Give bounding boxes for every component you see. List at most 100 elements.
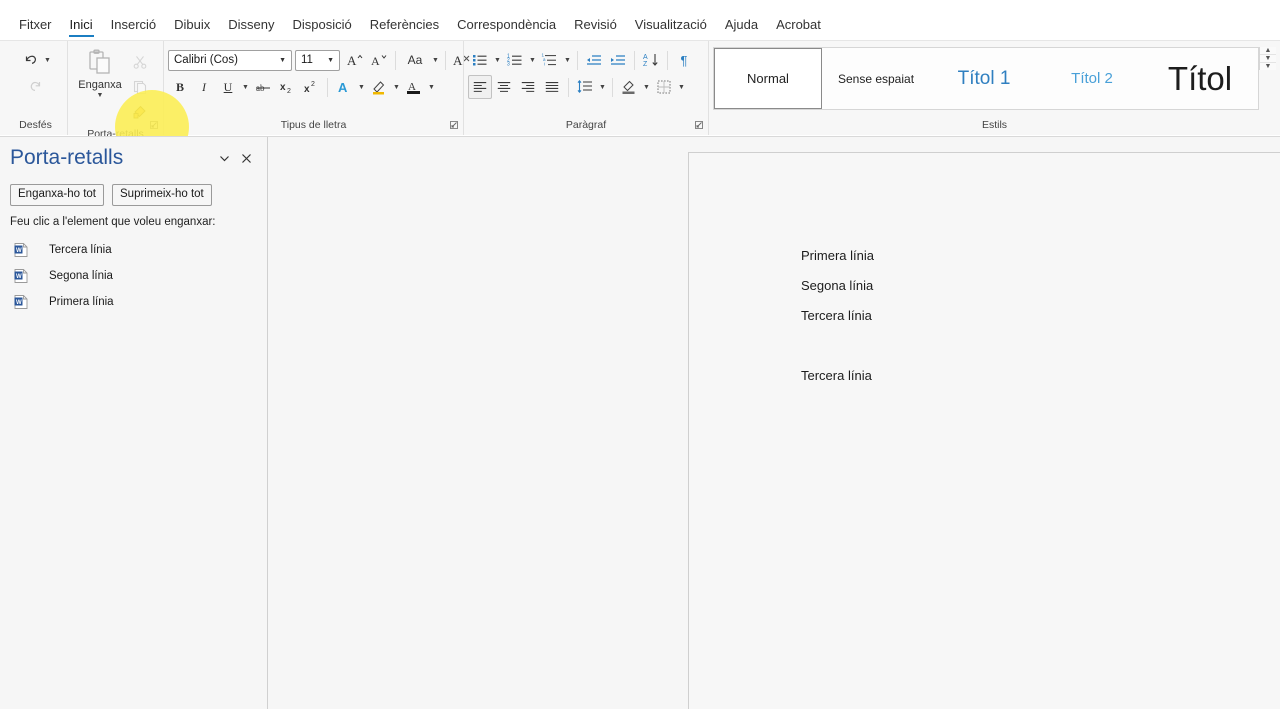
document-page[interactable]: Primera línia Segona línia Tercera línia… <box>688 152 1280 709</box>
tab-disseny[interactable]: Disseny <box>219 18 283 40</box>
clipboard-pane-hint: Feu clic a l'element que voleu enganxar: <box>10 216 216 228</box>
tab-insercio[interactable]: Inserció <box>102 18 166 40</box>
line-spacing-icon[interactable] <box>573 75 597 99</box>
ribbon-group-styles: Normal Sense espaiat Títol 1 Títol 2 Tít… <box>708 41 1280 135</box>
justify-icon[interactable] <box>540 75 564 99</box>
tab-inici[interactable]: Inici <box>61 18 102 40</box>
bullet-list-icon[interactable] <box>468 48 492 72</box>
styles-more-icon[interactable]: ▼ <box>1260 63 1276 70</box>
tab-visualitzacio[interactable]: Visualització <box>626 18 716 40</box>
font-dialog-launcher-icon[interactable] <box>449 120 461 132</box>
styles-gallery-scrollbar[interactable]: ▲ ▼ ▼ <box>1259 47 1276 70</box>
text-effects-chevron-down-icon[interactable]: ▼ <box>356 76 367 98</box>
style-item-titol-1[interactable]: Títol 1 <box>930 48 1038 109</box>
styles-scroll-down-chevron-down-icon[interactable]: ▼ <box>1260 55 1276 63</box>
show-formatting-marks-button[interactable]: ¶ <box>672 48 696 72</box>
paste-button[interactable]: Enganxa ▼ <box>72 48 128 100</box>
shading-chevron-down-icon[interactable]: ▼ <box>641 76 652 98</box>
sort-az-icon[interactable]: AZ <box>639 48 663 72</box>
tab-acrobat[interactable]: Acrobat <box>767 18 830 40</box>
style-item-titol[interactable]: Títol <box>1146 48 1254 109</box>
font-name-chevron-down-icon[interactable]: ▼ <box>276 57 289 64</box>
font-color-icon[interactable]: A <box>402 75 426 99</box>
tab-fitxer[interactable]: Fitxer <box>10 18 61 40</box>
font-size-value: 11 <box>301 54 313 66</box>
line-spacing-chevron-down-icon[interactable]: ▼ <box>597 76 608 98</box>
increase-indent-icon[interactable] <box>606 48 630 72</box>
svg-text:2: 2 <box>311 81 315 88</box>
tab-correspondencia[interactable]: Correspondència <box>448 18 565 40</box>
tab-ajuda[interactable]: Ajuda <box>716 18 767 40</box>
borders-chevron-down-icon[interactable]: ▼ <box>676 76 687 98</box>
highlight-icon[interactable] <box>367 75 391 99</box>
style-item-titol-2-label: Títol 2 <box>1071 70 1113 87</box>
shading-icon[interactable] <box>617 75 641 99</box>
multilevel-list-icon[interactable]: 1ai <box>538 48 562 72</box>
document-line: Tercera línia <box>801 308 872 323</box>
undo-dropdown-chevron-down-icon[interactable]: ▼ <box>42 49 53 71</box>
document-canvas[interactable]: Primera línia Segona línia Tercera línia… <box>268 137 1280 709</box>
paste-dropdown-chevron-down-icon[interactable]: ▼ <box>97 91 104 100</box>
style-item-titol-label: Títol <box>1167 59 1233 97</box>
ribbon-group-font: Calibri (Cos) ▼ 11 ▼ A A Aa ▼ A B I U ▼ … <box>163 41 470 135</box>
clipboard-item[interactable]: W Primera línia <box>10 289 257 315</box>
clear-all-button[interactable]: Suprimeix-ho tot <box>112 184 212 206</box>
numbered-list-icon[interactable]: 123 <box>503 48 527 72</box>
text-effects-icon[interactable]: A <box>332 75 356 99</box>
change-case-button[interactable]: Aa <box>400 49 430 71</box>
ribbon-group-label-font: Tipus de lletra <box>280 119 347 131</box>
undo-icon[interactable] <box>18 48 42 72</box>
svg-text:W: W <box>16 300 22 306</box>
cut-scissors-icon[interactable] <box>128 50 152 74</box>
svg-text:Z: Z <box>643 61 648 68</box>
tab-referencies[interactable]: Referències <box>361 18 448 40</box>
svg-text:2: 2 <box>287 88 291 95</box>
clipboard-item[interactable]: W Tercera línia <box>10 237 257 263</box>
paragraph-dialog-launcher-icon[interactable] <box>694 120 706 132</box>
svg-text:W: W <box>16 274 22 280</box>
styles-scroll-up-chevron-up-icon[interactable]: ▲ <box>1260 47 1276 55</box>
align-left-icon[interactable] <box>468 75 492 99</box>
align-right-icon[interactable] <box>516 75 540 99</box>
chevron-down-icon[interactable] <box>213 147 235 169</box>
underline-button[interactable]: U <box>216 75 240 99</box>
clipboard-items-list: W Tercera línia W Segona línia W Primera… <box>10 237 257 315</box>
font-color-chevron-down-icon[interactable]: ▼ <box>426 76 437 98</box>
style-item-titol-2[interactable]: Títol 2 <box>1038 48 1146 109</box>
tab-disposicio[interactable]: Disposició <box>284 18 361 40</box>
clipboard-dialog-launcher-icon[interactable] <box>149 120 161 132</box>
font-name-combo[interactable]: Calibri (Cos) ▼ <box>168 49 292 71</box>
copy-icon[interactable] <box>128 75 152 99</box>
clipboard-item[interactable]: W Segona línia <box>10 263 257 289</box>
style-item-sense-espaiat[interactable]: Sense espaiat <box>822 48 930 109</box>
subscript-icon[interactable]: x2 <box>275 75 299 99</box>
numbered-list-chevron-down-icon[interactable]: ▼ <box>527 49 538 71</box>
styles-gallery[interactable]: Normal Sense espaiat Títol 1 Títol 2 Tít… <box>713 47 1259 110</box>
paste-all-button[interactable]: Enganxa-ho tot <box>10 184 105 206</box>
bullet-list-chevron-down-icon[interactable]: ▼ <box>492 49 503 71</box>
italic-button[interactable]: I <box>192 75 216 99</box>
align-center-icon[interactable] <box>492 75 516 99</box>
close-icon[interactable] <box>235 147 257 169</box>
font-size-combo[interactable]: 11 ▼ <box>295 49 340 71</box>
font-size-chevron-down-icon[interactable]: ▼ <box>324 57 337 64</box>
bold-button[interactable]: B <box>168 75 192 99</box>
workspace: Porta-retalls Enganxa-ho tot Suprimeix-h… <box>0 136 1280 709</box>
style-item-normal[interactable]: Normal <box>714 48 822 109</box>
tab-revisio[interactable]: Revisió <box>565 18 626 40</box>
borders-icon[interactable] <box>652 75 676 99</box>
tab-dibuix[interactable]: Dibuix <box>165 18 219 40</box>
highlight-chevron-down-icon[interactable]: ▼ <box>391 76 402 98</box>
decrease-indent-icon[interactable] <box>582 48 606 72</box>
grow-font-icon[interactable]: A <box>343 48 367 72</box>
superscript-icon[interactable]: x2 <box>299 75 323 99</box>
underline-chevron-down-icon[interactable]: ▼ <box>240 76 251 98</box>
paste-icon <box>85 48 115 78</box>
strikethrough-icon[interactable]: ab <box>251 75 275 99</box>
shrink-font-icon[interactable]: A <box>367 48 391 72</box>
para-divider-2 <box>634 50 635 70</box>
svg-text:x: x <box>304 84 310 95</box>
change-case-chevron-down-icon[interactable]: ▼ <box>430 49 441 71</box>
multilevel-list-chevron-down-icon[interactable]: ▼ <box>562 49 573 71</box>
style-item-normal-label: Normal <box>747 71 789 86</box>
